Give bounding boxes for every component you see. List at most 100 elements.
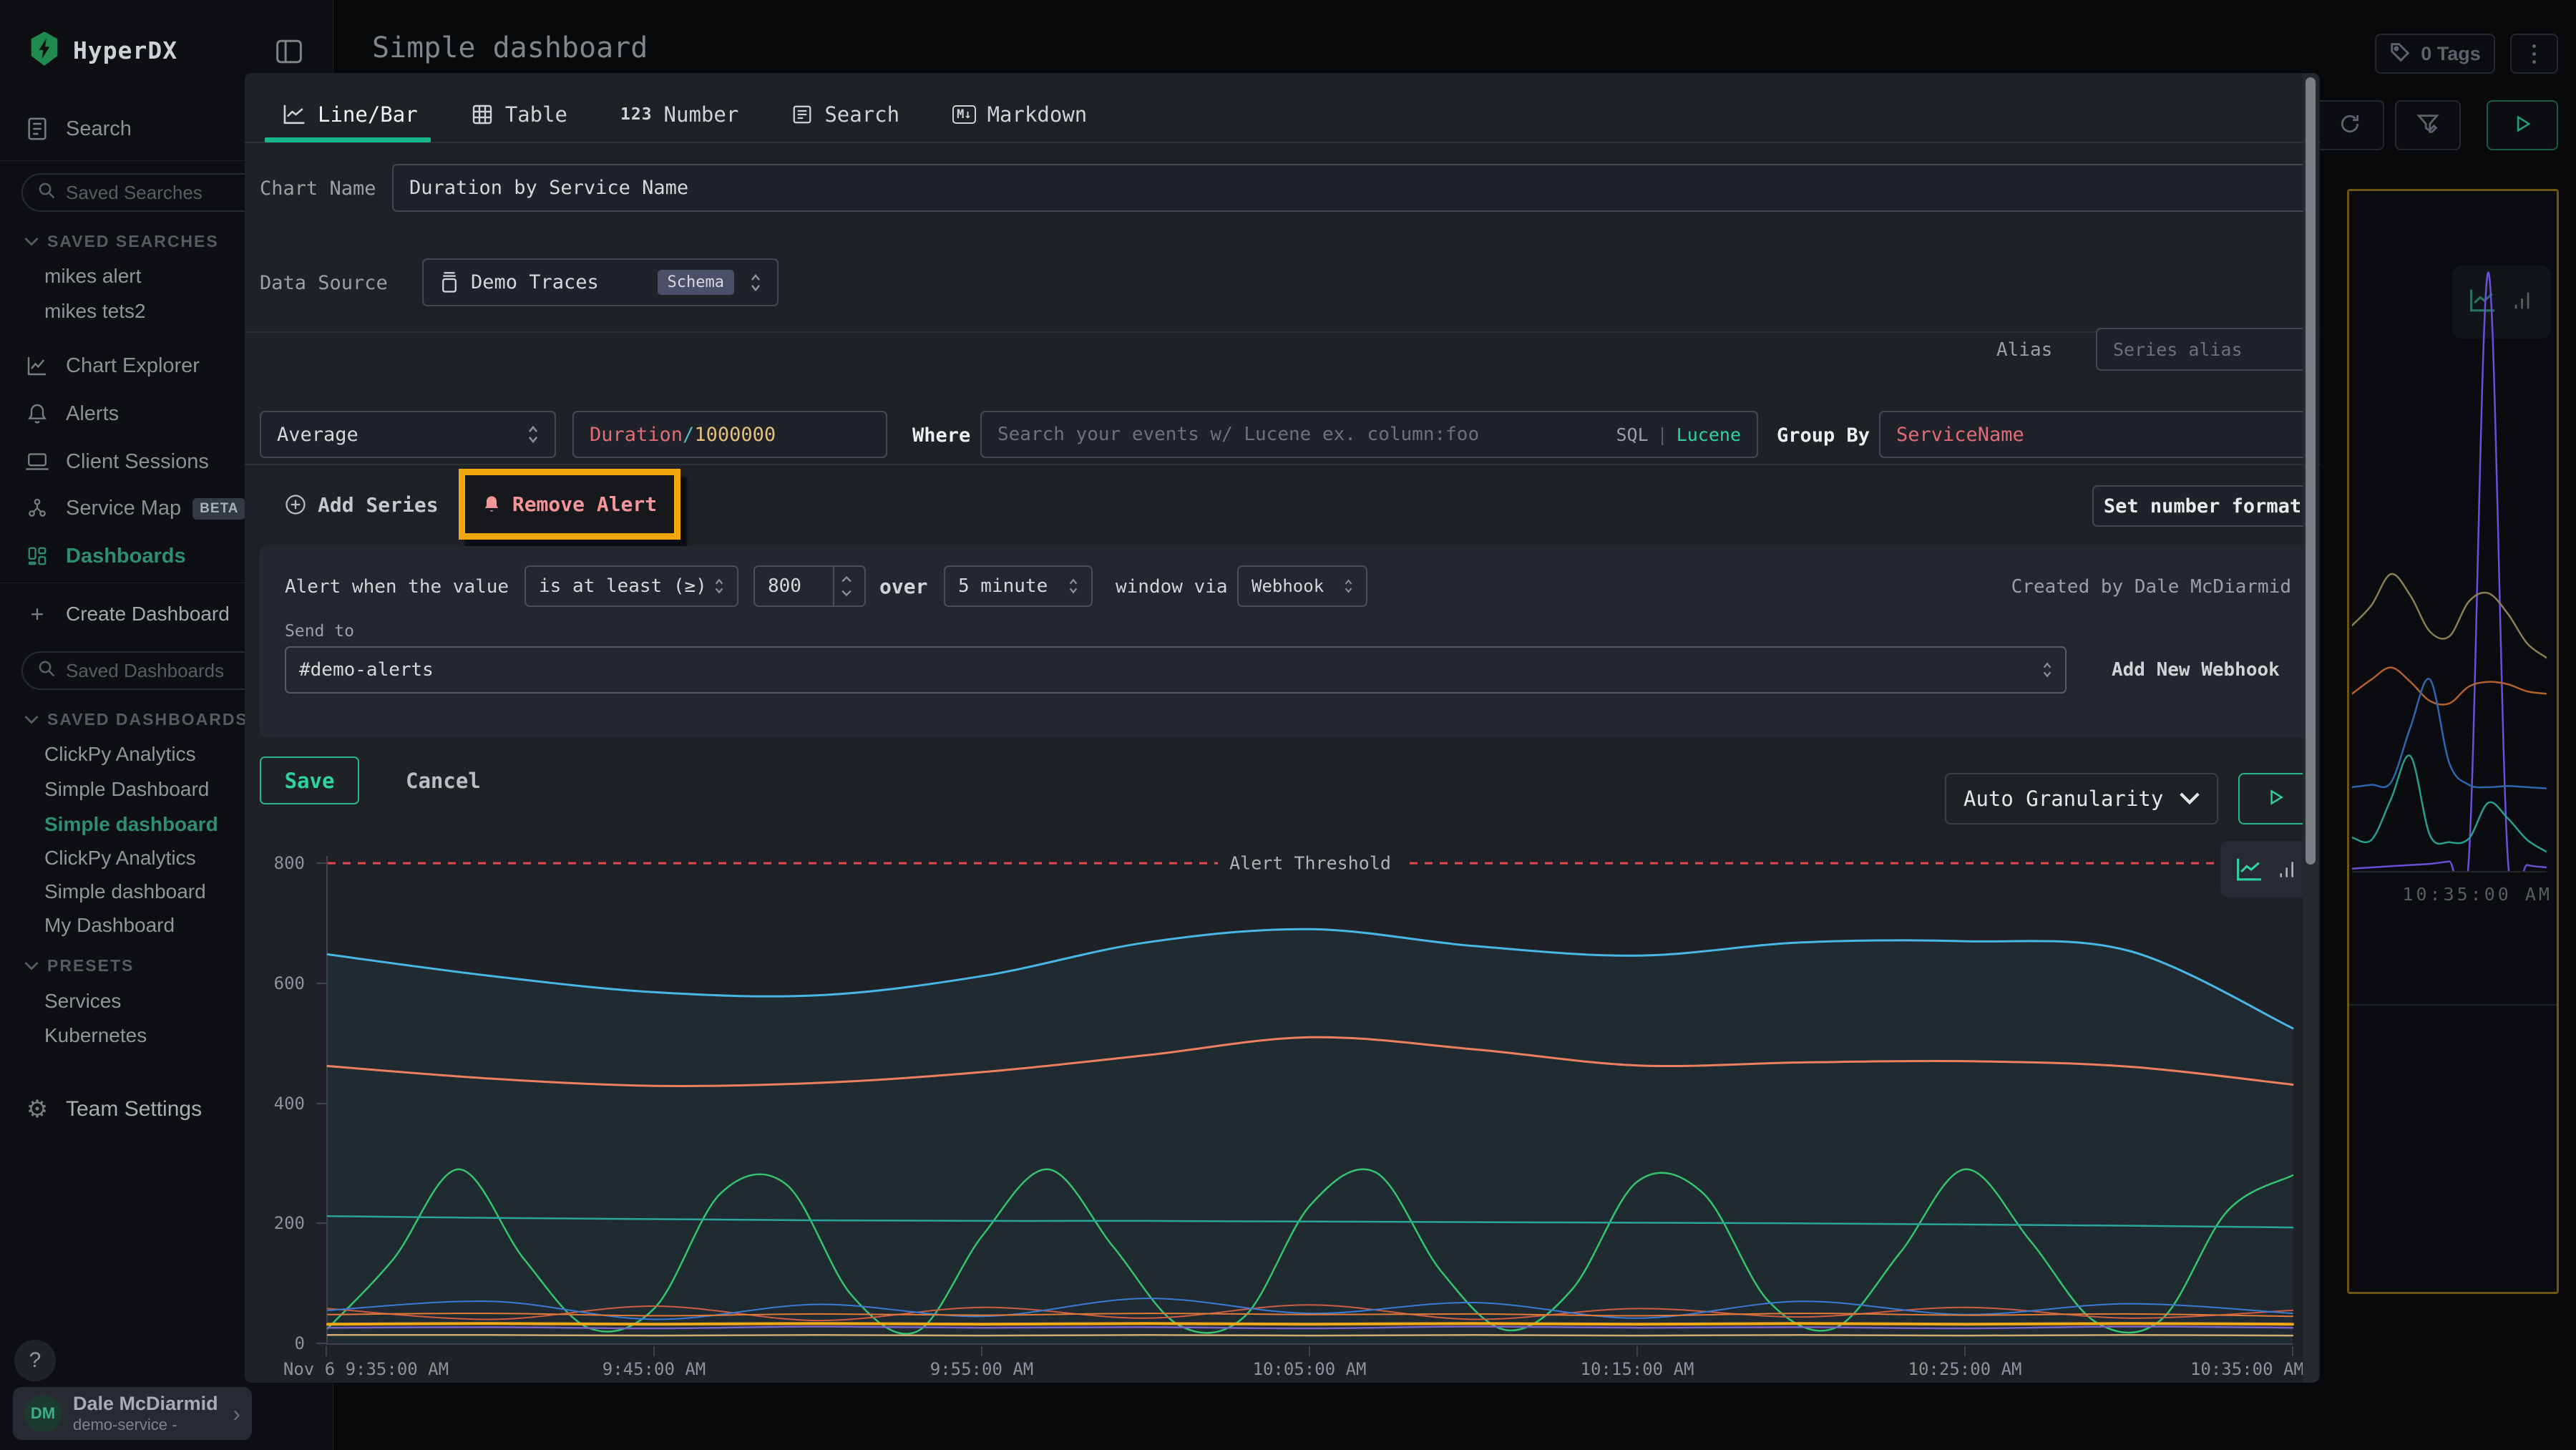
field-expression-input[interactable]: Duration/1000000 [572,411,887,458]
tab-number[interactable]: 123 Number [620,102,738,127]
saved-dashboards-header[interactable]: SAVED DASHBOARDS [24,710,248,729]
saved-dashboards-input[interactable]: Saved Dashboards [21,651,270,690]
sidebar-item-label: Service MapBETA [66,497,245,520]
refresh-icon [2338,112,2361,139]
divider [245,464,2320,465]
x-tick-label: 10:25:00 AM [1908,1359,2022,1379]
send-to-select[interactable]: #demo-alerts [285,646,2067,694]
preset-item[interactable]: Kubernetes [44,1024,147,1047]
dashboard-list-item-active[interactable]: Simple dashboard [44,813,218,836]
play-icon [2266,788,2285,809]
tags-button[interactable]: 0 Tags [2375,34,2495,74]
run-chart-button[interactable] [2238,773,2313,824]
play-icon [2512,114,2532,137]
y-axis-labels: 0200400600800 [245,856,326,1345]
user-name: Dale McDiarmid [73,1393,221,1415]
run-query-button[interactable] [2487,100,2558,150]
aggregation-select[interactable]: Average [260,411,556,458]
y-tick-label: 200 [274,1213,305,1233]
tags-label: 0 Tags [2421,43,2481,65]
sidebar-item-dashboards[interactable]: Dashboards [24,538,186,574]
sidebar-item-chart-explorer[interactable]: Chart Explorer [24,348,200,384]
sql-option[interactable]: SQL [1616,424,1648,445]
brand[interactable]: HyperDX [29,31,177,69]
cancel-button[interactable]: Cancel [406,756,481,804]
filter-button[interactable] [2395,100,2461,150]
tab-line-bar[interactable]: Line/Bar [282,102,418,127]
add-series-button[interactable]: Add Series [285,487,439,522]
line-chart-icon[interactable] [2235,856,2263,883]
tab-search[interactable]: Search [791,102,899,127]
dashboard-list-item[interactable]: Simple dashboard [44,880,206,903]
kebab-menu-button[interactable] [2510,34,2558,74]
series-alias-input[interactable]: Series alias [2096,328,2312,371]
x-tick-mark [981,1346,982,1356]
help-button[interactable]: ? [14,1340,56,1381]
sidebar-item-service-map[interactable]: Service MapBETA [24,490,245,526]
x-tick-mark [1636,1346,1638,1356]
sidebar-item-search[interactable]: Search [24,111,132,147]
sidebar-item-team-settings[interactable]: ⚙ Team Settings [24,1091,202,1128]
dashboard-list-item[interactable]: My Dashboard [44,914,175,937]
group-by-input[interactable]: ServiceName [1879,411,2313,458]
alert-condition-select[interactable]: is at least (≥) [525,565,738,607]
user-card[interactable]: DM Dale McDiarmid demo-service - › [13,1387,252,1440]
refresh-button[interactable] [2316,100,2384,150]
create-dashboard-button[interactable]: + Create Dashboard [24,597,230,631]
presets-header[interactable]: PRESETS [24,956,134,975]
chevron-down-icon [24,961,39,971]
sidebar-item-client-sessions[interactable]: Client Sessions [24,444,209,480]
send-to-label: Send to [285,622,354,641]
dashboard-list-item[interactable]: Simple Dashboard [44,778,209,801]
dashboard-tile: 10:35:00 AM [2347,189,2559,1294]
where-label: Where [912,424,970,447]
created-by-label: Created by Dale McDiarmid [2011,576,2291,598]
divider [245,142,2320,143]
tab-table[interactable]: Table [471,102,567,127]
data-source-select[interactable]: Demo Traces Schema [422,258,779,306]
save-button[interactable]: Save [260,756,359,804]
sidebar-item-alerts[interactable]: Alerts [24,396,119,432]
alert-channel-select[interactable]: Webhook [1237,565,1367,607]
remove-alert-button[interactable]: Remove Alert [512,492,657,516]
alert-threshold-input[interactable]: 800 [753,565,866,607]
number-stepper[interactable] [833,567,852,605]
saved-search-item[interactable]: mikes tets2 [44,300,146,323]
sidebar-item-label: Team Settings [66,1097,202,1121]
y-tick-mark [316,983,326,984]
edit-chart-modal: Line/Bar Table 123 Number Search M↓ Ma [245,73,2320,1383]
x-tick-mark [1964,1346,1966,1356]
lucene-option[interactable]: Lucene [1677,424,1741,445]
x-tick-label: 10:35:00 AM [2190,1359,2304,1379]
y-tick-label: 800 [274,853,305,873]
saved-searches-input[interactable]: Saved Searches [21,173,270,212]
saved-searches-header[interactable]: SAVED SEARCHES [24,232,219,251]
search-list-icon [791,104,813,125]
set-number-format-button[interactable]: Set number format [2092,485,2313,527]
alert-config-panel: Alert when the value is at least (≥) 800… [260,546,2313,737]
dashboard-list-item[interactable]: ClickPy Analytics [44,743,196,766]
x-tick-label: Nov 6 9:35:00 AM [283,1359,449,1379]
granularity-select[interactable]: Auto Granularity [1945,773,2218,824]
tab-markdown[interactable]: M↓ Markdown [952,102,1087,127]
y-tick-mark [316,1222,326,1224]
where-search-input[interactable]: Search your events w/ Lucene ex. column:… [980,411,1758,458]
query-language-toggle[interactable]: SQL | Lucene [1616,424,1741,445]
chart-type-toggle[interactable] [2220,841,2313,897]
bar-chart-icon[interactable] [2276,858,2299,881]
sidebar-item-label: Chart Explorer [66,354,200,378]
saved-search-item[interactable]: mikes alert [44,265,141,288]
preset-item[interactable]: Services [44,990,121,1013]
scrollbar-thumb[interactable] [2306,77,2316,865]
x-tick-label: 10:15:00 AM [1581,1359,1694,1379]
add-new-webhook-button[interactable]: Add New Webhook [2112,659,2280,681]
avatar: DM [24,1395,62,1432]
active-tab-underline [265,137,431,142]
laptop-icon [24,451,50,472]
chart-name-input[interactable]: Duration by Service Name [392,164,2313,212]
table-icon [471,103,494,126]
dashboard-list-item[interactable]: ClickPy Analytics [44,847,196,870]
background-time-label: 10:35:00 AM [2402,884,2552,905]
alert-window-select[interactable]: 5 minute [944,565,1093,607]
sidebar-collapse-icon[interactable] [275,39,303,68]
